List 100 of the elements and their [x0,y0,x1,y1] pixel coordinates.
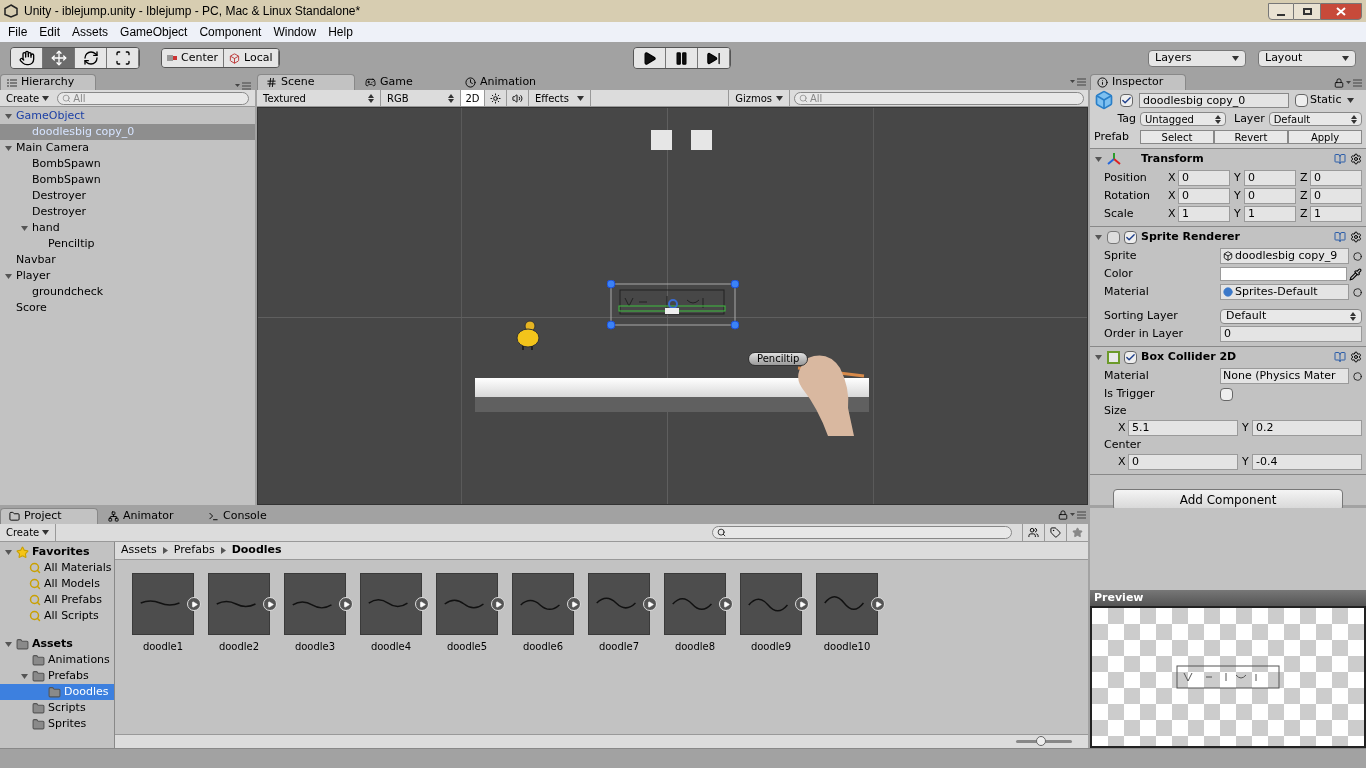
dropdown[interactable]: Untagged [1140,112,1226,126]
fold-arrow-icon[interactable] [4,639,13,649]
expand-arrow-button[interactable] [871,597,885,611]
number-field[interactable]: 1 [1244,206,1296,222]
object-field[interactable]: doodlesbig copy_9 [1220,248,1349,264]
panel-tab[interactable]: Console [200,508,298,524]
hierarchy-item[interactable]: BombSpawn [0,156,255,172]
number-field[interactable]: 0 [1178,188,1230,204]
expand-arrow-button[interactable] [795,597,809,611]
fold-arrow-icon[interactable] [4,111,13,121]
number-field[interactable]: 0 [1128,454,1238,470]
expand-arrow-button[interactable] [415,597,429,611]
color-field[interactable] [1220,267,1347,281]
menu-item[interactable]: Edit [33,23,67,41]
number-field[interactable]: 0 [1244,188,1296,204]
tool-button[interactable] [11,48,43,68]
eyedropper-icon[interactable] [1349,267,1362,281]
dropdown[interactable]: Default [1268,112,1362,126]
settings-icon[interactable] [1350,231,1362,243]
hierarchy-item[interactable]: Penciltip [0,236,255,252]
number-field[interactable]: 0 [1220,326,1362,342]
playback-button[interactable] [698,48,730,68]
help-book-icon[interactable] [1334,231,1346,243]
hierarchy-item[interactable]: GameObject [0,108,255,124]
menu-item[interactable]: Assets [66,23,115,41]
number-field[interactable]: 0 [1244,170,1296,186]
tree-heading[interactable]: Assets [32,635,73,653]
gizmos-dropdown[interactable]: Gizmos [728,90,790,106]
fold-arrow-icon[interactable] [20,223,29,233]
toggle-2d-button[interactable]: 2D [461,90,485,106]
add-component-button[interactable]: Add Component [1113,489,1343,511]
menu-item[interactable]: File [2,23,34,41]
expand-arrow-button[interactable] [567,597,581,611]
name-field[interactable]: doodlesbig copy_0 [1139,92,1289,108]
active-checkbox[interactable] [1120,93,1133,107]
doodle-thumbnail[interactable] [588,573,650,635]
favorite-item[interactable]: All Models [0,576,114,592]
menu-item[interactable]: Window [267,23,323,41]
fold-arrow-icon[interactable] [4,271,13,281]
breadcrumb-item[interactable]: Doodles [231,542,282,559]
tool-button[interactable] [75,48,107,68]
doodle-thumbnail[interactable] [132,573,194,635]
hierarchy-item[interactable]: groundcheck [0,284,255,300]
fold-arrow-icon[interactable] [1094,154,1103,164]
object-picker-icon[interactable] [1353,287,1362,297]
hierarchy-item[interactable]: Destroyer [0,204,255,220]
folder-item[interactable]: Prefabs [0,668,114,684]
folder-item[interactable]: Animations [0,652,114,668]
panel-tab[interactable]: Game [357,74,455,90]
doodle-thumbnail[interactable] [436,573,498,635]
panel-tab[interactable]: Animation [457,74,555,90]
settings-icon[interactable] [1350,351,1362,363]
lock-icon[interactable] [1058,510,1068,520]
enabled-checkbox[interactable] [1124,230,1137,244]
dropdown[interactable]: Layout [1258,49,1356,67]
object-picker-icon[interactable] [1353,371,1362,381]
lock-icon[interactable] [1334,78,1344,88]
help-book-icon[interactable] [1334,153,1346,165]
pivot-button[interactable]: Local [224,49,279,67]
doodle-thumbnail[interactable] [816,573,878,635]
expand-arrow-button[interactable] [491,597,505,611]
pane-menu-icon[interactable] [1346,79,1362,87]
hierarchy-item[interactable]: BombSpawn [0,172,255,188]
enabled-checkbox[interactable] [1124,350,1137,364]
object-field[interactable]: Sprites-Default [1220,284,1349,300]
prefab-button[interactable]: Apply [1288,130,1362,144]
doodle-thumbnail[interactable] [740,573,802,635]
hierarchy-item[interactable]: Navbar [0,252,255,268]
playback-button[interactable] [634,48,666,68]
breadcrumb-item[interactable]: Assets [121,542,157,559]
dropdown[interactable]: Textured [257,90,381,106]
fold-arrow-icon[interactable] [1094,352,1103,362]
number-field[interactable]: -0.4 [1252,454,1362,470]
fold-arrow-icon[interactable] [4,547,13,557]
close-button[interactable] [1320,2,1362,20]
static-checkbox[interactable] [1295,93,1308,107]
tool-button[interactable] [107,48,139,68]
menu-item[interactable]: Help [322,23,359,41]
hierarchy-item[interactable]: Score [0,300,255,316]
object-field[interactable]: None (Physics Mater [1220,368,1349,384]
favorite-item[interactable]: All Materials [0,560,114,576]
pane-menu-icon[interactable] [1070,511,1086,519]
object-picker-icon[interactable] [1353,251,1362,261]
hierarchy-item[interactable]: Player [0,268,255,284]
hierarchy-item[interactable]: Destroyer [0,188,255,204]
playback-button[interactable] [666,48,698,68]
panel-tab[interactable]: Inspector [1090,74,1186,90]
maximize-button[interactable] [1294,2,1320,20]
expand-arrow-button[interactable] [339,597,353,611]
expand-arrow-button[interactable] [643,597,657,611]
dropdown[interactable]: Layers [1148,49,1246,67]
pane-menu-icon[interactable] [1070,78,1086,86]
doodle-thumbnail[interactable] [664,573,726,635]
hierarchy-item[interactable]: hand [0,220,255,236]
panel-tab[interactable]: Project [0,508,98,524]
prefab-button[interactable]: Select [1140,130,1214,144]
pivot-button[interactable]: Center [162,49,225,67]
create-button[interactable]: Create [0,524,57,541]
doodle-thumbnail[interactable] [512,573,574,635]
search-field[interactable] [712,526,1012,539]
